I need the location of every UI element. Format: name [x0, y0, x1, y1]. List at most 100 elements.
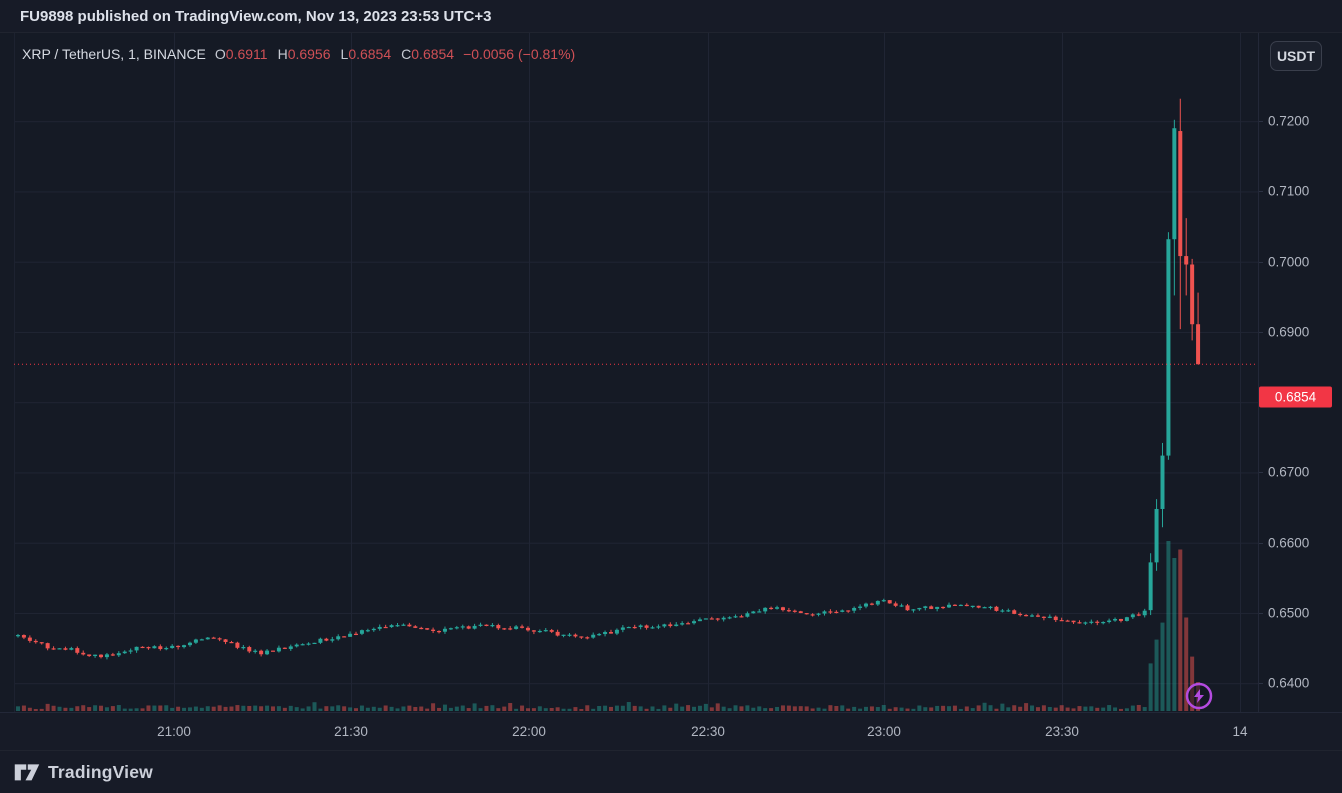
- candle-body: [401, 625, 405, 626]
- candle-body: [1178, 131, 1182, 256]
- volume-bar: [330, 706, 334, 711]
- volume-bar: [419, 707, 423, 711]
- volume-bar: [449, 708, 453, 711]
- candle-body: [722, 618, 726, 620]
- price-tick-label: 0.6500: [1268, 605, 1309, 620]
- candle-body: [911, 609, 915, 610]
- price-tick-label: 0.6700: [1268, 465, 1309, 480]
- tradingview-logo-icon[interactable]: [14, 760, 40, 784]
- footer-bar: TradingView: [0, 750, 1342, 793]
- candle-body: [1101, 622, 1105, 623]
- volume-bar: [1131, 706, 1135, 711]
- h-gridline: [14, 121, 1258, 122]
- time-tick-label: 21:30: [334, 724, 368, 739]
- candle-body: [372, 629, 376, 630]
- candle-body: [461, 626, 465, 627]
- candle-body: [1089, 622, 1093, 623]
- v-gridline: [1240, 33, 1241, 712]
- time-axis[interactable]: 21:0021:3022:0022:3023:0023:3014: [0, 712, 1342, 751]
- volume-bar: [894, 707, 898, 711]
- candle-body: [846, 610, 850, 611]
- candle-body: [728, 617, 732, 618]
- volume-bar: [135, 708, 139, 711]
- h-gridline: [14, 402, 1258, 403]
- volume-bar: [882, 705, 886, 711]
- volume-bar: [1077, 706, 1081, 711]
- volume-bar: [579, 709, 583, 711]
- volume-bar: [941, 706, 945, 711]
- candle-body: [28, 638, 32, 641]
- volume-bar: [668, 708, 672, 711]
- price-tick-label: 0.6900: [1268, 324, 1309, 339]
- candle-body: [176, 646, 180, 647]
- candle-body: [1196, 324, 1200, 364]
- candle-body: [318, 639, 322, 643]
- volume-bar: [852, 707, 856, 711]
- candle-body: [876, 601, 880, 605]
- volume-bar: [562, 709, 566, 711]
- tradingview-wordmark[interactable]: TradingView: [48, 762, 153, 783]
- volume-bar: [959, 709, 963, 711]
- price-axis[interactable]: 0.72000.71000.70000.69000.68000.67000.66…: [1258, 33, 1342, 712]
- volume-bar: [828, 705, 832, 711]
- price-tick-label: 0.6600: [1268, 535, 1309, 550]
- volume-bar: [989, 705, 993, 711]
- ohlc-values: O0.6911H0.6956L0.6854C0.6854: [215, 46, 454, 62]
- candle-body: [443, 629, 447, 632]
- v-gridline: [884, 33, 885, 712]
- volume-bar: [734, 705, 738, 711]
- candle-body: [271, 651, 275, 652]
- candlestick-chart[interactable]: [0, 33, 1342, 712]
- candle-body: [1000, 610, 1004, 611]
- candle-body: [229, 642, 233, 643]
- candle-body: [93, 655, 97, 656]
- volume-bar: [378, 708, 382, 711]
- candle-body: [34, 641, 38, 642]
- candle-body: [585, 637, 589, 638]
- candle-body: [105, 654, 109, 657]
- candle-body: [615, 630, 619, 634]
- volume-bar: [176, 707, 180, 711]
- candle-body: [567, 635, 571, 636]
- volume-bar: [573, 707, 577, 711]
- candle-body: [407, 625, 411, 627]
- volume-bar: [1119, 709, 1123, 711]
- volume-bar: [318, 709, 322, 711]
- volume-bar: [633, 706, 637, 711]
- h-gridline: [14, 543, 1258, 544]
- candle-body: [295, 645, 299, 647]
- ohlc-item: C0.6854: [401, 46, 454, 62]
- volume-bar: [544, 708, 548, 711]
- candle-body: [858, 607, 862, 608]
- candle-body: [621, 627, 625, 629]
- candle-body: [550, 630, 554, 632]
- volatility-badge[interactable]: [1187, 684, 1211, 708]
- volume-bar: [1024, 703, 1028, 711]
- candle-body: [247, 647, 251, 651]
- price-tick-mark: [1259, 121, 1263, 122]
- volume-bar: [461, 706, 465, 711]
- volume-bar: [722, 707, 726, 711]
- volume-bar: [994, 709, 998, 711]
- candle-body: [390, 625, 394, 627]
- candle-body: [146, 647, 150, 648]
- candle-body: [1030, 615, 1034, 616]
- time-tick-label: 14: [1232, 724, 1247, 739]
- candle-body: [360, 630, 364, 634]
- candle-body: [959, 605, 963, 606]
- candle-body: [22, 635, 26, 638]
- candle-body: [301, 644, 305, 645]
- candle-body: [822, 611, 826, 613]
- volume-bar: [164, 705, 168, 711]
- candle-body: [870, 604, 874, 605]
- price-tick-mark: [1259, 472, 1263, 473]
- volume-bar: [680, 707, 684, 711]
- candle-body: [1095, 622, 1099, 623]
- candle-body: [1018, 614, 1022, 615]
- volume-bar: [431, 703, 435, 711]
- volume-bar: [597, 706, 601, 711]
- price-tick-label: 0.6400: [1268, 676, 1309, 691]
- volume-bar: [532, 708, 536, 711]
- candle-body: [206, 638, 210, 640]
- volume-bar: [627, 702, 631, 711]
